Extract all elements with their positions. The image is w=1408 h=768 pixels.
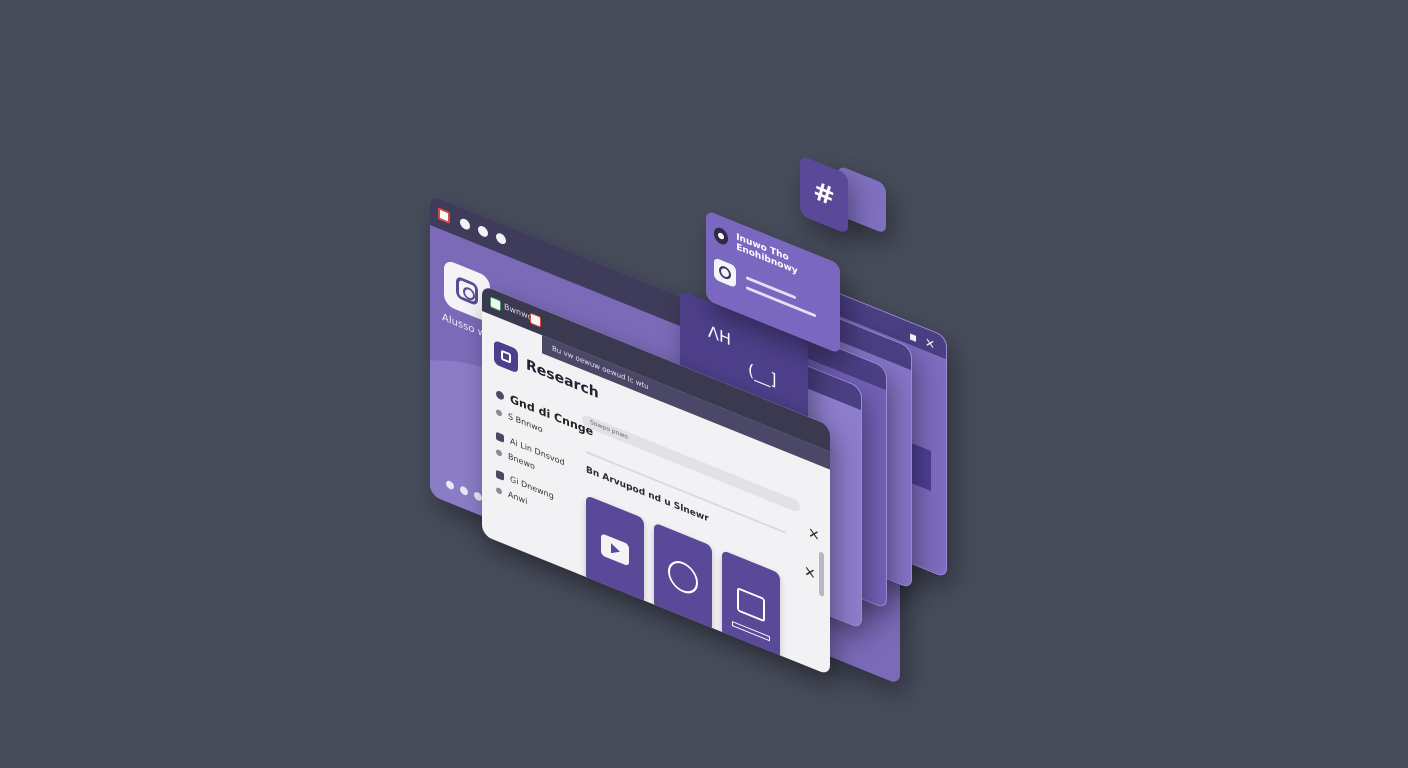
tower-glyph: ᐱᕼ <box>708 321 731 350</box>
browser-favicon-icon <box>490 296 501 312</box>
window-dot-icon[interactable] <box>478 224 488 239</box>
hashtag-icon: # <box>813 175 835 215</box>
window-dot-icon[interactable] <box>460 217 470 232</box>
browser-favicon-icon <box>438 207 450 225</box>
tower-glyph: (__] <box>748 359 777 390</box>
close-icon[interactable]: ✕ <box>808 525 820 546</box>
tile-caption: ◦ <box>680 622 685 634</box>
scrollbar[interactable] <box>819 551 824 598</box>
window-dot-icon[interactable] <box>496 231 506 246</box>
record-icon <box>714 225 729 247</box>
browser-tab[interactable]: Bwnwo <box>504 302 533 323</box>
browser-favicon-icon <box>530 312 541 328</box>
video-play-icon <box>601 533 629 567</box>
maximize-icon[interactable]: ▪ <box>909 328 917 345</box>
tile-caption: ••• <box>744 648 759 664</box>
chat-monitors-icon <box>737 587 765 623</box>
tile-user[interactable] <box>654 522 712 632</box>
tile-chat[interactable] <box>722 549 780 660</box>
message-title: Inuwo Tho Enohibnowy <box>736 232 798 278</box>
tile-video[interactable] <box>586 495 644 605</box>
user-circle-icon <box>668 556 698 599</box>
camera-icon <box>714 257 736 289</box>
progress-bar-icon <box>732 621 770 642</box>
isometric-ui-scene: Alusso ww ▪ ✕ ᐱᕼ (__] # Inuwo Tho Enohib… <box>0 0 1408 768</box>
close-icon[interactable]: ✕ <box>804 563 816 584</box>
tile-caption: ◦ <box>612 595 617 607</box>
bubble-tail <box>740 300 756 312</box>
research-logo-icon <box>494 339 518 374</box>
